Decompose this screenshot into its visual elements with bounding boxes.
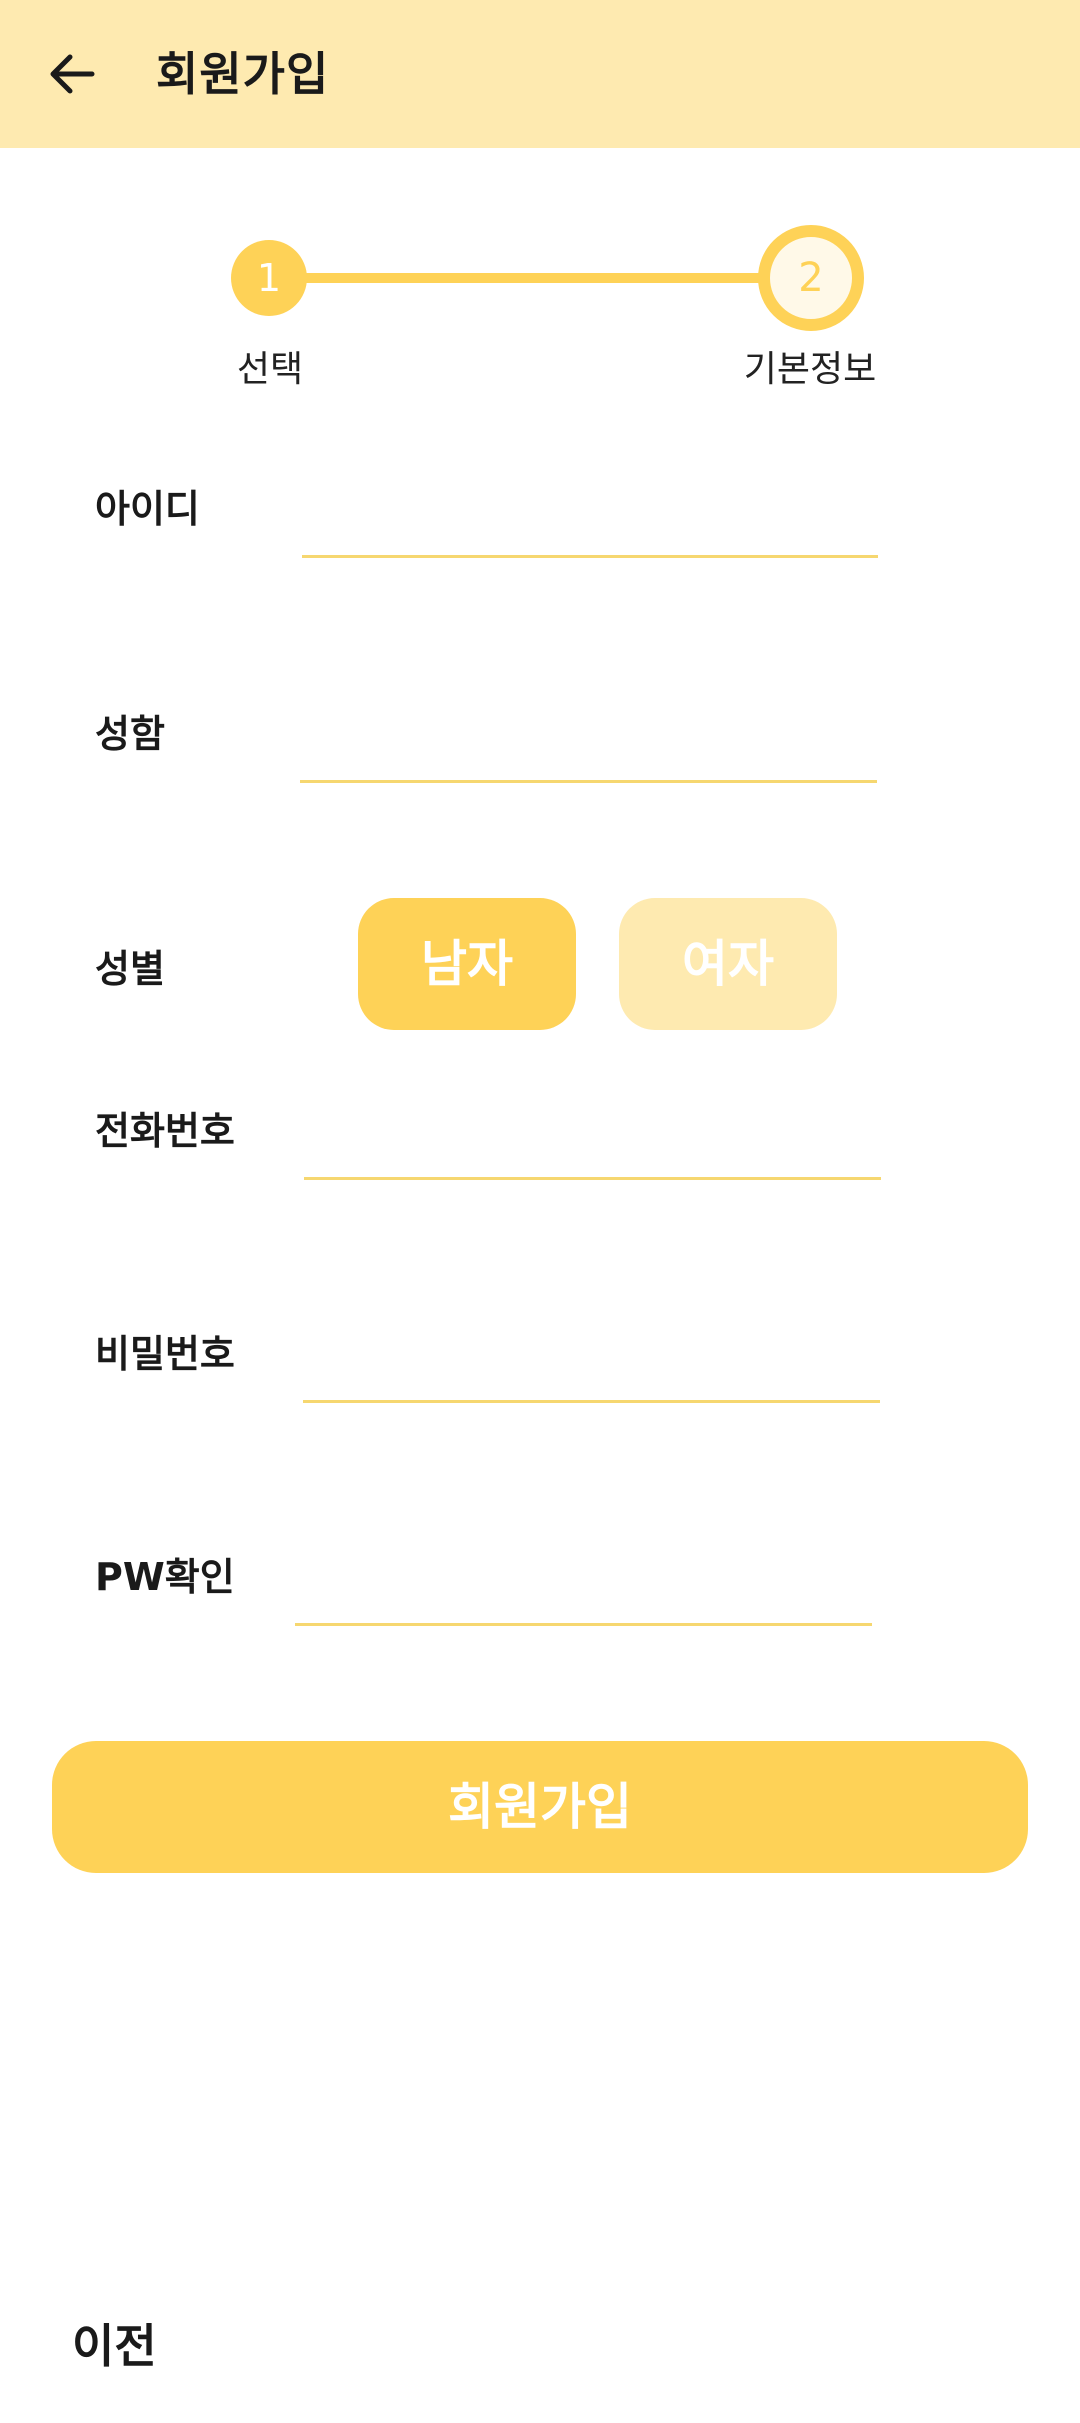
back-button[interactable] xyxy=(32,34,112,114)
password-label: 비밀번호 xyxy=(95,1332,235,1376)
phone-label: 전화번호 xyxy=(95,1109,235,1153)
arrow-left-icon xyxy=(50,54,95,94)
phone-input[interactable] xyxy=(304,1120,881,1180)
step-2-indicator: 2 xyxy=(758,225,864,331)
prev-button[interactable]: 이전 xyxy=(72,2310,157,2376)
id-input[interactable] xyxy=(302,498,878,558)
name-input[interactable] xyxy=(300,723,877,783)
gender-female-button[interactable]: 여자 xyxy=(619,898,837,1030)
step-1-label: 선택 xyxy=(236,349,304,390)
name-label: 성함 xyxy=(95,712,165,756)
app-bar: 회원가입 xyxy=(0,0,1080,148)
password-confirm-label: PW확인 xyxy=(95,1555,235,1599)
stepper-line xyxy=(270,273,810,283)
step-2-label: 기본정보 xyxy=(743,349,877,390)
signup-button[interactable]: 회원가입 xyxy=(52,1741,1028,1873)
gender-male-button[interactable]: 남자 xyxy=(358,898,576,1030)
password-input[interactable] xyxy=(303,1343,880,1403)
id-label: 아이디 xyxy=(95,487,200,531)
page-title: 회원가입 xyxy=(156,47,330,101)
step-1-indicator: 1 xyxy=(231,240,307,316)
gender-label: 성별 xyxy=(95,947,165,991)
password-confirm-input[interactable] xyxy=(295,1566,872,1626)
